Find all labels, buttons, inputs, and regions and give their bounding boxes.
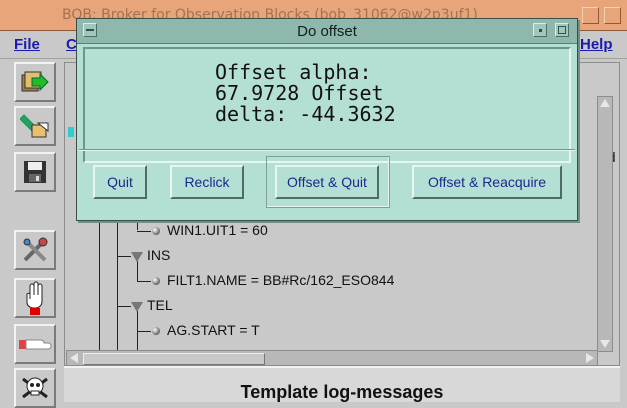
save-button[interactable] [14,152,56,192]
tree-leaf-bullet [152,327,160,335]
offset-message-box: Offset alpha: 67.9728 Offset delta: -44.… [83,47,571,163]
scroll-right-icon[interactable] [586,353,594,363]
offset-reacquire-button[interactable]: Offset & Reacquire [412,165,562,199]
tree-fragment [68,127,74,137]
tree-connector [137,311,138,331]
tree-connector [137,331,151,332]
tree-connector [137,261,138,281]
load-ob-icon [21,71,49,92]
scroll-up-icon[interactable] [600,99,610,107]
tree-node-ag-start[interactable]: AG.START = T [167,322,260,338]
tree-connector [117,208,118,368]
pause-button[interactable] [14,324,56,364]
edit-ob-button[interactable] [14,106,56,146]
stop-button[interactable] [14,278,56,318]
tree-connector [137,281,151,282]
tree-connector [99,208,100,368]
menu-help[interactable]: Help [580,36,613,53]
maximize-button[interactable] [604,7,621,24]
tree-node-win1-uit1[interactable]: WIN1.UIT1 = 60 [167,222,268,238]
scrollbar-thumb[interactable] [83,353,265,365]
menu-file[interactable]: File [14,36,40,53]
tree-node-tel[interactable]: TEL [147,297,173,313]
tools-button[interactable] [14,230,56,270]
pause-hand-icon [19,339,52,350]
dialog-maximize-button[interactable] [555,23,569,37]
scroll-down-icon[interactable] [600,340,610,348]
tools-icon [23,237,48,262]
dialog-titlebar[interactable]: Do offset [77,19,577,44]
reclick-button[interactable]: Reclick [170,165,244,199]
do-offset-dialog: Do offset Offset alpha: 67.9728 Offset d… [76,18,578,221]
abort-skull-icon [22,377,48,399]
abort-button[interactable] [14,368,56,408]
offset-quit-button[interactable]: Offset & Quit [275,165,379,199]
tree-connector [137,231,151,232]
stop-hand-icon [26,281,43,315]
quit-button[interactable]: Quit [93,165,147,199]
save-icon [24,161,46,183]
scroll-left-icon[interactable] [70,353,78,363]
edit-ob-icon [20,114,49,138]
dialog-separator [79,149,575,151]
tree-horizontal-scrollbar[interactable] [66,350,598,366]
tree-node-filt1-name[interactable]: FILT1.NAME = BB#Rc/162_ESO844 [167,272,394,288]
log-messages-panel: Template log-messages [64,366,620,402]
expand-toggle-icon[interactable] [131,252,143,262]
minimize-button[interactable] [582,7,599,24]
tree-connector [117,256,131,257]
load-ob-button[interactable] [14,62,56,102]
tree-leaf-bullet [152,277,160,285]
expand-toggle-icon[interactable] [131,302,143,312]
dialog-minimize-button[interactable] [533,23,547,37]
tree-connector [117,306,131,307]
left-toolbar [0,60,60,408]
dialog-title: Do offset [297,23,357,40]
tree-leaf-bullet [152,227,160,235]
tree-vertical-scrollbar[interactable] [597,96,613,352]
offset-message: Offset alpha: 67.9728 Offset delta: -44.… [215,60,396,126]
tree-node-ins[interactable]: INS [147,247,170,263]
